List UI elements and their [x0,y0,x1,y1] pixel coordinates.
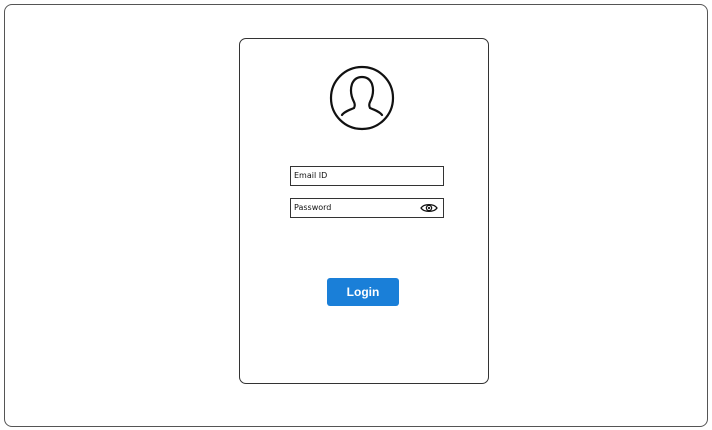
email-field[interactable]: Email ID [290,166,444,186]
login-button[interactable]: Login [327,278,399,306]
email-field-label: Email ID [294,171,328,180]
password-field-label: Password [294,203,332,212]
password-field[interactable]: Password [290,198,444,218]
login-card: Email ID Password Login [239,38,489,384]
eye-icon[interactable] [420,202,438,214]
app-window: Email ID Password Login [4,4,708,427]
user-avatar-icon [329,65,395,131]
